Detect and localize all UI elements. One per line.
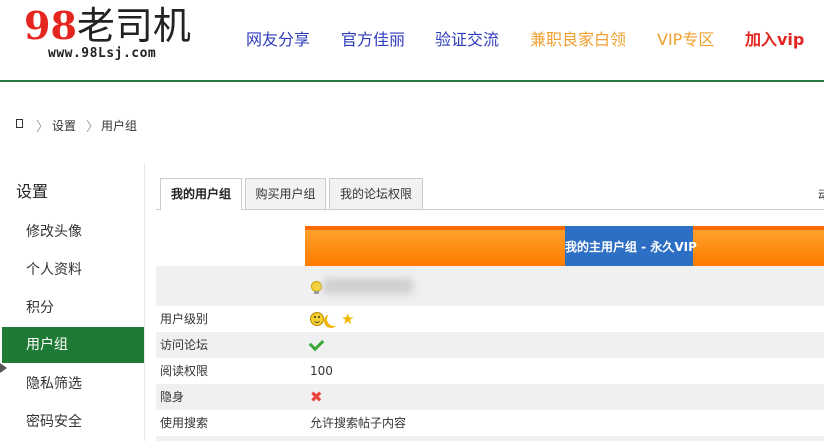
breadcrumb-separator: 〉	[36, 120, 50, 135]
nav-join-vip[interactable]: 加入vip	[745, 26, 804, 50]
breadcrumb-usergroup[interactable]: 用户组	[101, 117, 137, 134]
row-label: 访问论坛	[160, 338, 209, 352]
sidebar-item-profile[interactable]: 个人资料	[2, 252, 144, 288]
home-icon[interactable]	[16, 119, 23, 128]
row-value: 100	[310, 364, 333, 378]
settings-sidebar: 设置 修改头像 个人资料 积分 用户组 隐私筛选 密码安全	[0, 164, 145, 441]
sidebar-item-usergroup[interactable]: 用户组	[2, 327, 144, 363]
sidebar-item-avatar[interactable]: 修改头像	[2, 214, 144, 250]
row-label: 用户级别	[160, 312, 209, 326]
sidebar-item-credits[interactable]: 积分	[2, 290, 144, 326]
tab-my-usergroup[interactable]: 我的用户组	[160, 178, 242, 210]
bulb-icon	[311, 281, 322, 294]
nav-verify[interactable]: 验证交流	[435, 26, 499, 50]
logo-url: www.98Lsj.com	[48, 46, 157, 61]
sidebar-item-password[interactable]: 密码安全	[2, 404, 144, 440]
nav-vip-zone[interactable]: VIP专区	[657, 26, 714, 50]
tab-buy-usergroup[interactable]: 购买用户组	[245, 178, 326, 209]
cross-icon: ✖	[310, 388, 323, 406]
row-search: 使用搜索 允许搜索帖子内容	[156, 410, 824, 436]
row-forum-access: 访问论坛	[156, 332, 824, 358]
breadcrumb-settings[interactable]: 设置	[52, 117, 76, 134]
row-label: 使用搜索	[160, 416, 209, 430]
row-invisible: 隐身 ✖	[156, 384, 824, 410]
breadcrumb-separator: 〉	[86, 120, 100, 135]
blurred-username	[323, 278, 413, 294]
row-value: 允许搜索帖子内容	[310, 416, 407, 430]
nav-parttime[interactable]: 兼职良家白领	[530, 26, 626, 50]
smile-icon	[310, 312, 324, 326]
nav-official[interactable]: 官方佳丽	[341, 26, 405, 50]
row-next	[156, 436, 824, 441]
sidebar-item-privacy[interactable]: 隐私筛选	[2, 366, 144, 402]
check-icon	[308, 335, 325, 352]
moon-icon	[327, 312, 341, 326]
logo-text: 老司机	[76, 4, 191, 48]
level-icons: ★	[310, 306, 370, 332]
usergroup-title: 我的主用户组 - 永久VIP	[565, 226, 697, 266]
logo-wordmark: 98老司机	[24, 3, 191, 49]
tab-forum-permissions[interactable]: 我的论坛权限	[329, 178, 423, 209]
active-marker-icon	[0, 363, 7, 373]
row-user-level: 用户级别 ★	[156, 306, 824, 332]
site-logo[interactable]: 98老司机 www.98Lsj.com	[24, 4, 194, 68]
site-header: 98老司机 www.98Lsj.com 网友分享 官方佳丽 验证交流 兼职良家白…	[0, 0, 824, 82]
usergroup-name-row	[156, 266, 824, 306]
row-label: 阅读权限	[160, 364, 209, 378]
row-label: 隐身	[160, 390, 185, 404]
sidebar-title: 设置	[16, 182, 49, 201]
logo-number: 98	[24, 3, 77, 48]
star-icon: ★	[341, 310, 355, 328]
nav-share[interactable]: 网友分享	[246, 26, 310, 50]
tab-edge-text: 动	[818, 186, 824, 203]
row-read-permission: 阅读权限 100	[156, 358, 824, 384]
